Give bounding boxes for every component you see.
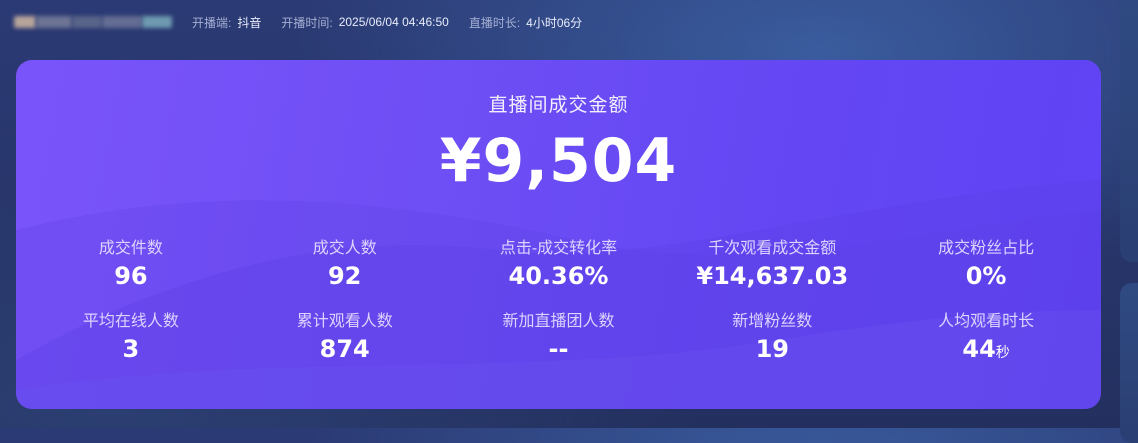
blurred-account-name xyxy=(14,16,172,28)
stat-value: 3 xyxy=(122,335,140,363)
stat-new-followers: 新增粉丝数 19 xyxy=(665,311,879,368)
duration-info: 直播时长: 4小时06分 xyxy=(469,14,582,31)
stat-label: 千次观看成交金额 xyxy=(708,240,837,257)
platform-info: 开播端: 抖音 xyxy=(192,14,261,31)
stat-value: 92 xyxy=(327,262,362,290)
stat-value: ¥14,637.03 xyxy=(696,262,849,290)
stat-value: -- xyxy=(548,335,569,363)
start-time-label: 开播时间: xyxy=(281,15,333,30)
avatar xyxy=(14,16,36,28)
platform-label: 开播端: xyxy=(192,15,232,30)
stat-value: 0% xyxy=(965,262,1007,290)
stat-value: 96 xyxy=(114,262,148,290)
stat-label: 平均在线人数 xyxy=(82,313,179,330)
stat-items-sold: 成交件数 96 xyxy=(24,238,238,295)
stat-label: 人均观看时长 xyxy=(938,313,1035,330)
platform-value: 抖音 xyxy=(237,15,262,30)
stat-new-fan-club: 新加直播团人数 -- xyxy=(452,311,666,368)
stat-label: 累计观看人数 xyxy=(296,313,393,330)
stat-value: 874 xyxy=(319,335,370,363)
stat-click-conversion-rate: 点击-成交转化率 40.36% xyxy=(452,238,666,295)
duration-value: 4小时06分 xyxy=(526,15,583,30)
stat-avg-online: 平均在线人数 3 xyxy=(24,311,238,368)
stat-label: 新增粉丝数 xyxy=(732,313,813,330)
stat-fan-order-ratio: 成交粉丝占比 0% xyxy=(879,238,1093,295)
stat-label: 成交人数 xyxy=(312,240,377,257)
stat-buyers: 成交人数 92 xyxy=(238,238,452,295)
stat-label: 点击-成交转化率 xyxy=(499,240,618,257)
stat-label: 新加直播团人数 xyxy=(502,313,615,330)
stat-label: 成交粉丝占比 xyxy=(938,240,1035,257)
stat-value: 40.36% xyxy=(508,262,609,290)
stat-label: 成交件数 xyxy=(98,240,163,257)
side-panel-bottom xyxy=(1120,283,1138,443)
side-panel-top xyxy=(1120,0,1138,262)
live-info-bar: 开播端: 抖音 开播时间: 2025/06/04 04:46:50 直播时长: … xyxy=(14,10,602,34)
live-sales-summary-card: 直播间成交金额 ¥9,504 成交件数 96 成交人数 92 点击-成交转化率 … xyxy=(16,60,1101,409)
start-time-value: 2025/06/04 04:46:50 xyxy=(338,15,449,29)
start-time-info: 开播时间: 2025/06/04 04:46:50 xyxy=(281,14,448,31)
sales-amount-value: ¥9,504 xyxy=(439,126,678,196)
stat-value: 44秒 xyxy=(962,335,1010,363)
duration-label: 直播时长: xyxy=(468,15,521,30)
stat-avg-watch-time: 人均观看时长 44秒 xyxy=(879,311,1093,368)
stat-gpm: 千次观看成交金额 ¥14,637.03 xyxy=(665,238,879,295)
stats-grid: 成交件数 96 成交人数 92 点击-成交转化率 40.36% 千次观看成交金额… xyxy=(16,238,1101,368)
stat-total-viewers: 累计观看人数 874 xyxy=(238,311,452,368)
stat-value: 19 xyxy=(755,335,789,363)
sales-amount-title: 直播间成交金额 xyxy=(488,95,629,116)
